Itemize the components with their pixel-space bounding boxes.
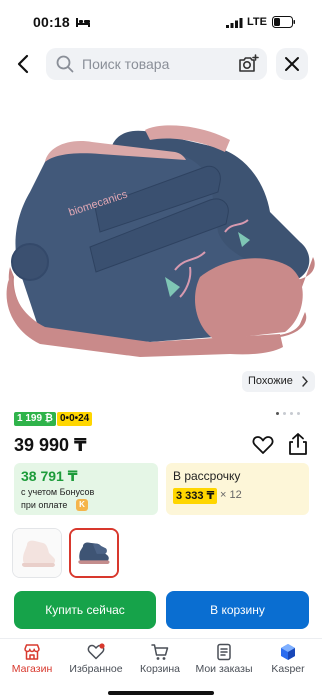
heart-icon	[87, 643, 105, 660]
installment-months: × 12	[220, 489, 242, 501]
gallery-dot	[290, 412, 293, 415]
share-icon[interactable]	[287, 432, 309, 456]
buy-now-button[interactable]: Купить сейчас	[14, 591, 156, 629]
close-button[interactable]	[276, 48, 308, 80]
bonus-price-card[interactable]: 38 791 ₸ с учетом Бонусов при оплате K	[14, 463, 158, 515]
chevron-left-icon	[17, 54, 29, 74]
tab-shop[interactable]: Магазин	[0, 639, 64, 689]
gallery-dot	[276, 412, 279, 415]
similar-label: Похожие	[248, 375, 293, 387]
tab-favorites[interactable]: Избранное	[64, 639, 128, 689]
search-icon	[56, 55, 74, 73]
installment-amount: 3 333 ₸	[173, 488, 218, 504]
shop-icon	[24, 644, 40, 660]
tab-label-favorites: Избранное	[69, 663, 123, 675]
battery-icon	[272, 16, 295, 28]
add-to-cart-button[interactable]: В корзину	[166, 591, 309, 629]
tab-label-orders: Мои заказы	[195, 663, 253, 675]
shoe-thumbnail-pink	[13, 529, 61, 577]
installment-badge: 0•0•24	[57, 412, 93, 426]
bonus-note-line2: при оплате	[21, 500, 68, 510]
tab-kasper[interactable]: Kasper	[256, 639, 320, 689]
gallery-dot	[297, 412, 300, 415]
search-input[interactable]: Поиск товара	[46, 48, 267, 80]
back-button[interactable]	[12, 52, 36, 76]
gallery-pagination	[276, 412, 300, 415]
bonus-note-line1: с учетом Бонусов	[21, 487, 95, 497]
tab-label-cart: Корзина	[140, 663, 180, 675]
orders-icon	[217, 643, 231, 661]
status-bar: 00:18 LTE	[0, 0, 322, 44]
bonus-badge: 1 199 ₿	[14, 412, 56, 426]
product-price: 39 990 ₸	[14, 435, 87, 455]
network-label: LTE	[247, 16, 267, 28]
tab-label-shop: Магазин	[11, 663, 53, 675]
tab-cart[interactable]: Корзина	[128, 639, 192, 689]
tab-label-kasper: Kasper	[271, 663, 305, 675]
close-icon	[285, 57, 299, 71]
bonus-price: 38 791 ₸	[21, 468, 78, 484]
product-image[interactable]: biomecanics	[0, 92, 322, 392]
kaspi-pay-icon: K	[76, 499, 88, 511]
chevron-right-icon	[302, 376, 308, 387]
sleep-mode-icon	[76, 18, 90, 27]
cart-icon	[151, 644, 169, 660]
search-placeholder: Поиск товара	[82, 56, 170, 72]
variant-thumbnail-navy[interactable]	[69, 528, 119, 578]
variant-thumbnail-pink[interactable]	[12, 528, 62, 578]
similar-products-button[interactable]: Похожие	[242, 371, 315, 392]
shoe-thumbnail-navy	[71, 530, 117, 576]
favorite-heart-icon[interactable]	[252, 435, 274, 455]
signal-icon	[226, 18, 243, 28]
camera-search-icon[interactable]	[237, 53, 259, 75]
home-indicator	[108, 691, 214, 695]
kaspi-logo-icon	[281, 644, 295, 660]
status-time: 00:18	[33, 14, 70, 30]
gallery-dot	[283, 412, 286, 415]
installment-title: В рассрочку	[173, 469, 241, 483]
tab-orders[interactable]: Мои заказы	[192, 639, 256, 689]
installment-card[interactable]: В рассрочку 3 333 ₸ × 12	[166, 463, 309, 515]
